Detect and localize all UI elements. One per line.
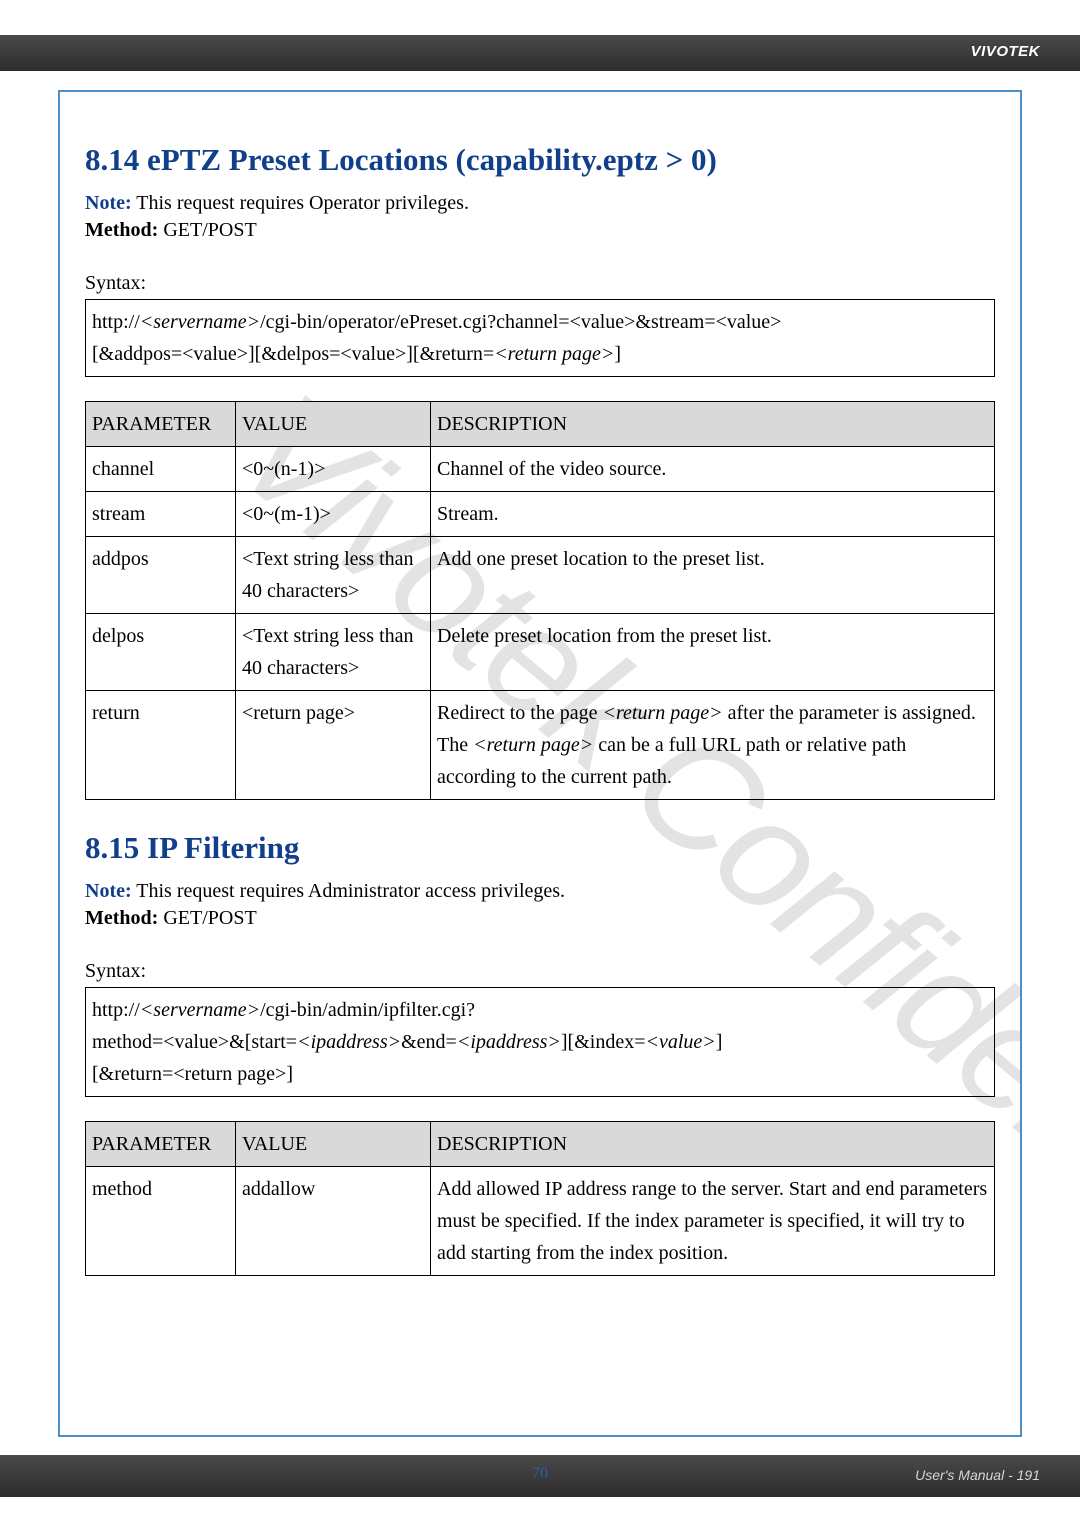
cell-description: Redirect to the page <return page> after…	[431, 691, 995, 800]
method-text: GET/POST	[158, 219, 256, 241]
parameter-table-8-15: PARAMETER VALUE DESCRIPTION method addal…	[85, 1121, 995, 1276]
syntax-text: /cgi-bin/admin/ipfilter.cgi?	[260, 999, 475, 1021]
syntax-text: ]	[614, 343, 621, 365]
cell-parameter: return	[86, 691, 236, 800]
header-brand: VIVOTEK	[971, 43, 1040, 60]
table-row: method addallow Add allowed IP address r…	[86, 1167, 995, 1276]
syntax-text: [&addpos=<value>][&delpos=<value>][&retu…	[92, 343, 494, 365]
method-line-8-15: Method: GET/POST	[85, 907, 995, 930]
syntax-box-8-15: http://<servername>/cgi-bin/admin/ipfilt…	[85, 987, 995, 1097]
syntax-text: http://	[92, 311, 140, 333]
cell-parameter: delpos	[86, 614, 236, 691]
page-number-center: 70	[532, 1465, 548, 1483]
syntax-returnpage: <return page>	[494, 343, 614, 365]
syntax-text: [&return=<return page>]	[92, 1058, 988, 1090]
th-value: VALUE	[236, 1122, 431, 1167]
cell-description: Delete preset location from the preset l…	[431, 614, 995, 691]
syntax-text: /cgi-bin/operator/ePreset.cgi?channel=<v…	[260, 311, 781, 333]
th-parameter: PARAMETER	[86, 402, 236, 447]
cell-description: Channel of the video source.	[431, 447, 995, 492]
note-line-8-14: Note: This request requires Operator pri…	[85, 192, 995, 215]
syntax-label-8-15: Syntax:	[85, 960, 995, 983]
table-row: return <return page> Redirect to the pag…	[86, 691, 995, 800]
syntax-label-8-14: Syntax:	[85, 272, 995, 295]
cell-value: <0~(m-1)>	[236, 492, 431, 537]
cell-value: addallow	[236, 1167, 431, 1276]
syntax-servername: <servername>	[140, 311, 260, 333]
footer-band: 70 User's Manual - 191	[0, 1455, 1080, 1497]
cell-value: <Text string less than 40 characters>	[236, 614, 431, 691]
method-label: Method:	[85, 907, 158, 929]
cell-parameter: stream	[86, 492, 236, 537]
cell-value: <Text string less than 40 characters>	[236, 537, 431, 614]
table-row: channel <0~(n-1)> Channel of the video s…	[86, 447, 995, 492]
th-description: DESCRIPTION	[431, 402, 995, 447]
note-line-8-15: Note: This request requires Administrato…	[85, 880, 995, 903]
cell-parameter: channel	[86, 447, 236, 492]
cell-description: Stream.	[431, 492, 995, 537]
note-label: Note:	[85, 880, 132, 902]
syntax-text: http://	[92, 999, 140, 1021]
note-text: This request requires Administrator acce…	[132, 880, 565, 902]
footer-right-text: User's Manual - 191	[915, 1467, 1040, 1483]
method-text: GET/POST	[158, 907, 256, 929]
syntax-servername: <servername>	[140, 999, 260, 1021]
method-line-8-14: Method: GET/POST	[85, 219, 995, 242]
page-frame: Vivotek Confidential 8.14 ePTZ Preset Lo…	[58, 90, 1022, 1437]
table-header-row: PARAMETER VALUE DESCRIPTION	[86, 402, 995, 447]
syntax-box-8-14: http://<servername>/cgi-bin/operator/ePr…	[85, 299, 995, 377]
th-parameter: PARAMETER	[86, 1122, 236, 1167]
syntax-text: method=<value>&[start=	[92, 1031, 297, 1053]
parameter-table-8-14: PARAMETER VALUE DESCRIPTION channel <0~(…	[85, 401, 995, 800]
th-description: DESCRIPTION	[431, 1122, 995, 1167]
cell-description: Add allowed IP address range to the serv…	[431, 1167, 995, 1276]
page-content: 8.14 ePTZ Preset Locations (capability.e…	[85, 142, 995, 1276]
note-label: Note:	[85, 192, 132, 214]
section-heading-8-15: 8.15 IP Filtering	[85, 830, 995, 866]
table-header-row: PARAMETER VALUE DESCRIPTION	[86, 1122, 995, 1167]
cell-parameter: method	[86, 1167, 236, 1276]
table-row: addpos <Text string less than 40 charact…	[86, 537, 995, 614]
cell-value: <0~(n-1)>	[236, 447, 431, 492]
header-band: VIVOTEK	[0, 35, 1080, 71]
section-heading-8-14: 8.14 ePTZ Preset Locations (capability.e…	[85, 142, 995, 178]
table-row: stream <0~(m-1)> Stream.	[86, 492, 995, 537]
cell-description: Add one preset location to the preset li…	[431, 537, 995, 614]
cell-value: <return page>	[236, 691, 431, 800]
method-label: Method:	[85, 219, 158, 241]
note-text: This request requires Operator privilege…	[132, 192, 469, 214]
cell-parameter: addpos	[86, 537, 236, 614]
th-value: VALUE	[236, 402, 431, 447]
table-row: delpos <Text string less than 40 charact…	[86, 614, 995, 691]
